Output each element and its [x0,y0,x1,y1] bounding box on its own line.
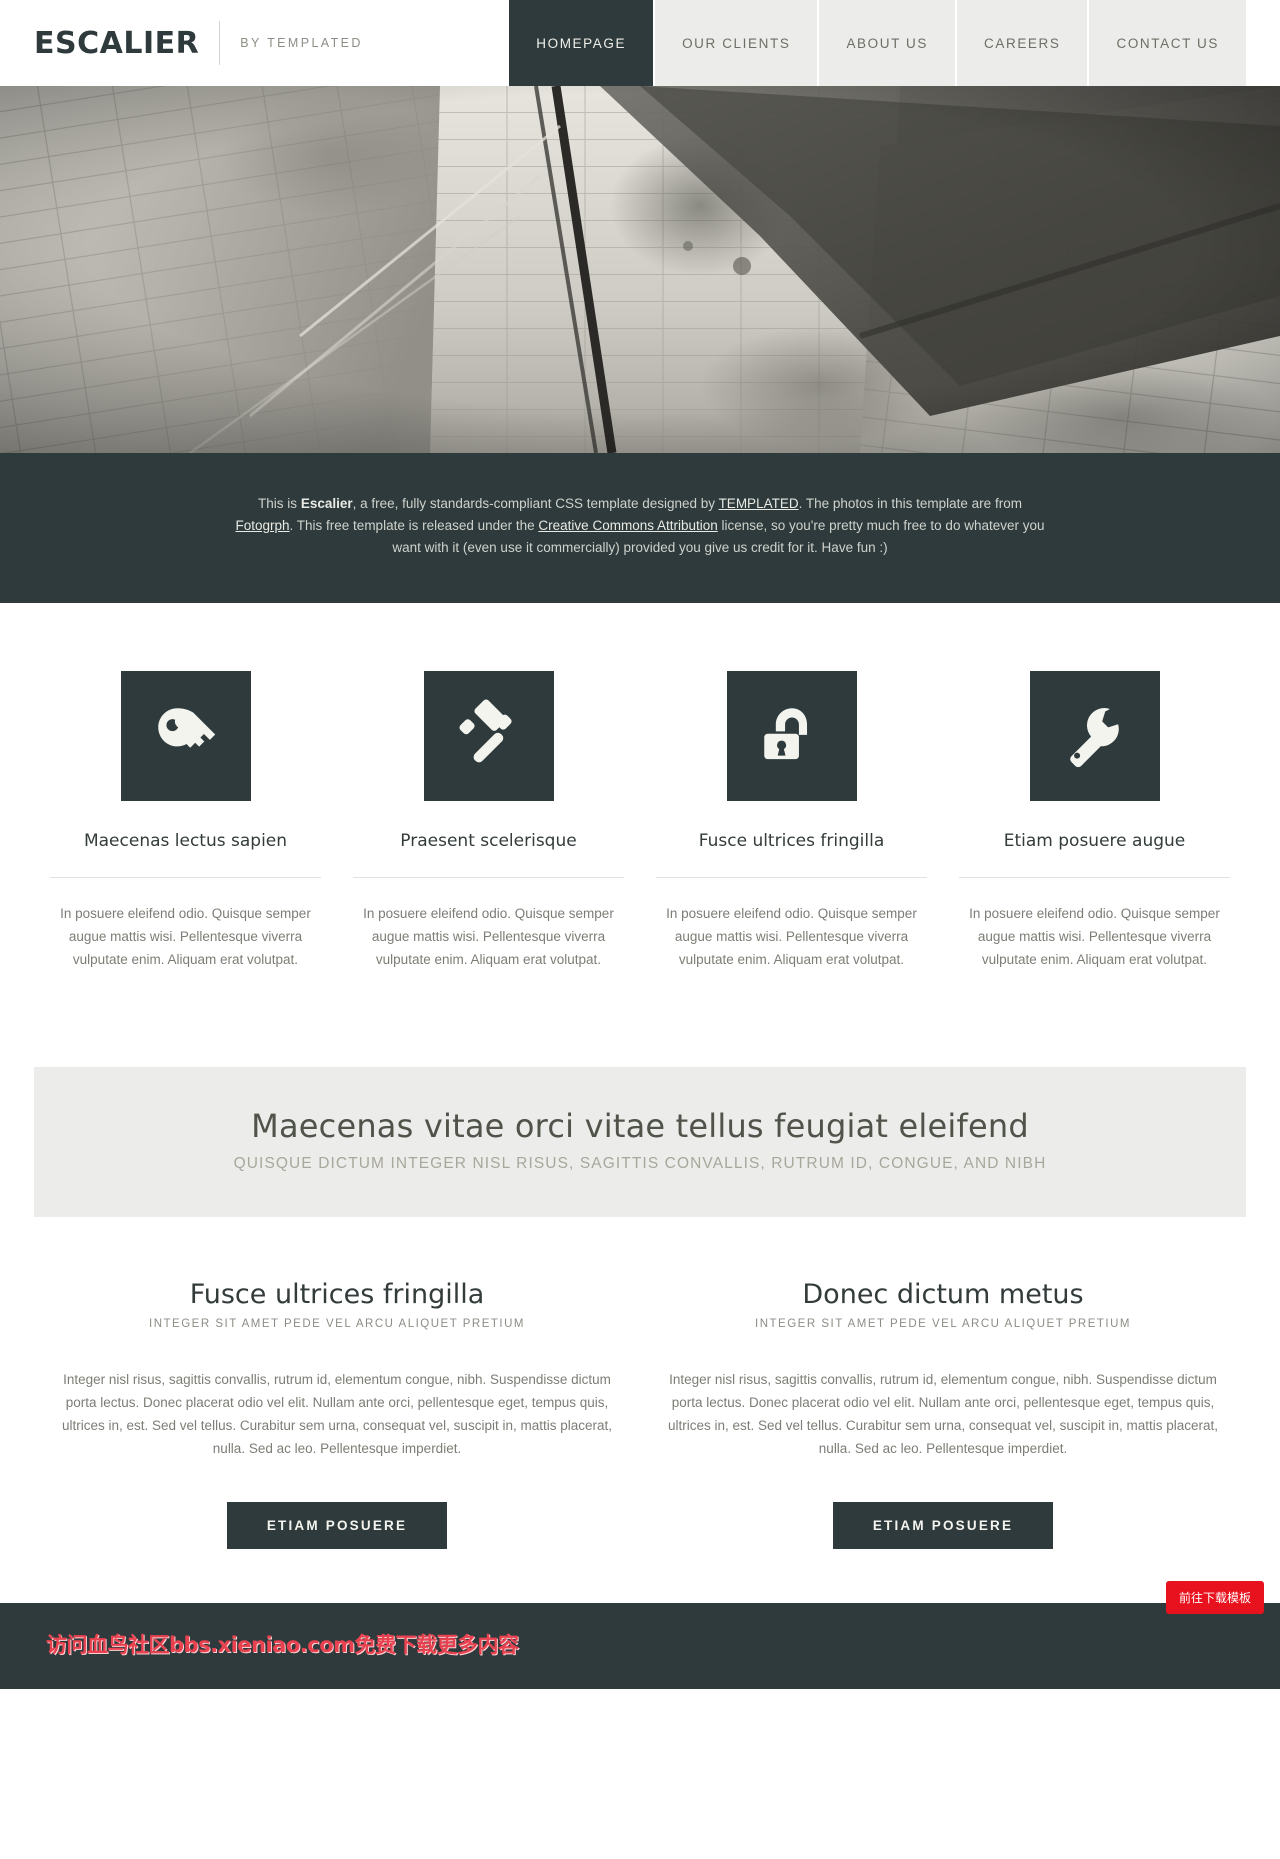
feature-card: Maecenas lectus sapien In posuere eleife… [34,671,337,971]
feature-title: Fusce ultrices fringilla [656,831,927,878]
unlock-icon-box[interactable] [726,671,857,801]
site-footer: 前往下载模板 访问血鸟社区bbs.xieniao.com免费下载更多内容 [0,1581,1280,1689]
content-column: Fusce ultrices fringilla INTEGER SIT AME… [34,1279,640,1549]
feature-card: Praesent scelerisque In posuere eleifend… [337,671,640,971]
feature-title: Maecenas lectus sapien [50,831,321,878]
intro-paragraph: This is Escalier, a free, fully standard… [230,493,1050,559]
feature-title: Praesent scelerisque [353,831,624,878]
intro-text-4: . This free template is released under t… [289,518,539,533]
column-body: Integer nisl risus, sagittis convallis, … [62,1372,612,1456]
features-section: Maecenas lectus sapien In posuere eleife… [0,603,1280,1031]
two-column-section: Fusce ultrices fringilla INTEGER SIT AME… [0,1217,1280,1549]
feature-text: In posuere eleifend odio. Quisque semper… [666,906,917,967]
hero-banner-image [0,86,1280,453]
gavel-icon [458,699,512,763]
stairwell-photo [0,86,1280,453]
feature-card: Etiam posuere augue In posuere eleifend … [943,671,1246,971]
nav-item-our-clients[interactable]: OUR CLIENTS [655,0,818,86]
logo-title: ESCALIER [34,25,200,61]
unlock-icon [763,708,807,760]
column-title: Fusce ultrices fringilla [189,1279,485,1310]
feature-text: In posuere eleifend odio. Quisque semper… [969,906,1220,967]
feature-text: In posuere eleifend odio. Quisque semper… [60,906,311,967]
logo-subtitle: BY TEMPLATED [240,36,363,50]
intro-text-2: , a free, fully standards-compliant CSS … [352,496,719,511]
download-template-button[interactable]: 前往下载模板 [1165,1581,1264,1614]
intro-band: This is Escalier, a free, fully standard… [0,453,1280,603]
watermark-text: 访问血鸟社区bbs.xieniao.com免费下载更多内容 [46,1633,519,1657]
column-body: Integer nisl risus, sagittis convallis, … [668,1372,1218,1456]
nav-item-about-us[interactable]: ABOUT US [819,0,956,86]
nav-item-careers[interactable]: CAREERS [957,0,1088,86]
intro-text-3: . The photos in this template are from [798,496,1022,511]
key-icon-box[interactable] [120,671,251,801]
highlight-title: Maecenas vitae orci vitae tellus feugiat… [251,1107,1029,1145]
wrench-icon [1069,708,1119,768]
highlight-subtitle: QUISQUE DICTUM INTEGER NISL RISUS, SAGIT… [233,1155,1047,1172]
intro-text-1: This is [258,496,301,511]
site-header: ESCALIER BY TEMPLATED HOMEPAGE OUR CLIEN… [0,0,1280,86]
wrench-icon-box[interactable] [1029,671,1160,801]
main-navigation: HOMEPAGE OUR CLIENTS ABOUT US CAREERS CO… [507,0,1280,86]
gavel-icon-box[interactable] [423,671,554,801]
logo-divider [219,21,221,65]
feature-card: Fusce ultrices fringilla In posuere elei… [640,671,943,971]
templated-link[interactable]: TEMPLATED [719,496,799,511]
nav-item-contact-us[interactable]: CONTACT US [1089,0,1246,86]
logo[interactable]: ESCALIER BY TEMPLATED [0,0,363,86]
creative-commons-link[interactable]: Creative Commons Attribution [538,518,717,533]
column-title: Donec dictum metus [802,1279,1084,1310]
content-column: Donec dictum metus INTEGER SIT AMET PEDE… [640,1279,1246,1549]
intro-brand: Escalier [300,496,353,511]
column-subtitle: INTEGER SIT AMET PEDE VEL ARCU ALIQUET P… [755,1318,1131,1330]
nav-item-homepage[interactable]: HOMEPAGE [509,0,654,86]
etiam-posuere-button[interactable]: ETIAM POSUERE [832,1502,1054,1549]
feature-text: In posuere eleifend odio. Quisque semper… [363,906,614,967]
key-icon [157,708,215,748]
fotogrph-link[interactable]: Fotogrph [235,518,289,533]
highlight-banner: Maecenas vitae orci vitae tellus feugiat… [34,1067,1246,1217]
feature-title: Etiam posuere augue [959,831,1230,878]
etiam-posuere-button[interactable]: ETIAM POSUERE [226,1502,448,1549]
column-subtitle: INTEGER SIT AMET PEDE VEL ARCU ALIQUET P… [149,1318,525,1330]
